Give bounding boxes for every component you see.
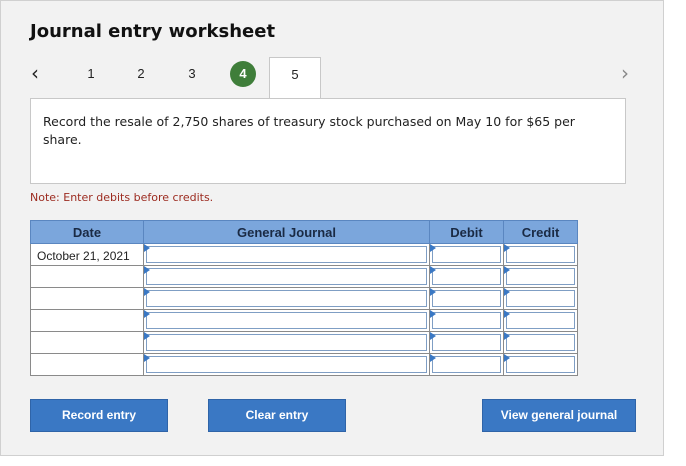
credit-input[interactable] [506,334,575,351]
dropdown-marker-icon [504,354,510,362]
debit-input[interactable] [432,334,501,351]
chevron-left-icon[interactable]: ‹ [31,63,39,83]
debit-cell[interactable] [429,331,504,354]
debit-cell[interactable] [429,243,504,266]
dropdown-marker-icon [430,310,436,318]
table-row [30,309,578,332]
dropdown-marker-icon [504,310,510,318]
account-input[interactable] [146,312,427,329]
step-4-active[interactable]: 4 [230,61,256,87]
view-general-journal-button[interactable]: View general journal [482,399,636,432]
credit-input[interactable] [506,356,575,373]
step-1[interactable]: 1 [78,61,104,87]
journal-table: Date General Journal Debit Credit Octobe… [30,220,578,376]
debit-cell[interactable] [429,265,504,288]
step-3[interactable]: 3 [179,61,205,87]
date-value [31,359,37,373]
account-input[interactable] [146,356,427,373]
credit-cell[interactable] [503,243,578,266]
credit-cell[interactable] [503,265,578,288]
account-cell[interactable] [143,309,430,332]
instruction-text: Record the resale of 2,750 shares of tre… [43,114,575,147]
credit-input[interactable] [506,290,575,307]
date-value [31,293,37,307]
note-text: Note: Enter debits before credits. [30,191,214,204]
dropdown-marker-icon [144,332,150,340]
chevron-right-icon[interactable]: › [621,63,629,83]
dropdown-marker-icon [430,288,436,296]
dropdown-marker-icon [430,244,436,252]
table-row [30,265,578,288]
debit-input[interactable] [432,290,501,307]
debit-cell[interactable] [429,309,504,332]
date-cell[interactable] [30,287,144,310]
debit-cell[interactable] [429,287,504,310]
account-cell[interactable] [143,353,430,376]
instruction-box: Record the resale of 2,750 shares of tre… [30,98,626,184]
credit-cell[interactable] [503,309,578,332]
table-row [30,353,578,376]
dropdown-marker-icon [430,354,436,362]
dropdown-marker-icon [504,266,510,274]
account-input[interactable] [146,290,427,307]
dropdown-marker-icon [430,332,436,340]
credit-input[interactable] [506,312,575,329]
debit-input[interactable] [432,268,501,285]
account-input[interactable] [146,246,427,263]
dropdown-marker-icon [144,266,150,274]
credit-input[interactable] [506,246,575,263]
table-row [30,331,578,354]
header-credit: Credit [503,220,578,244]
date-cell[interactable] [30,265,144,288]
table-row [30,287,578,310]
account-cell[interactable] [143,331,430,354]
step-2[interactable]: 2 [128,61,154,87]
dropdown-marker-icon [144,310,150,318]
account-cell[interactable] [143,287,430,310]
debit-input[interactable] [432,356,501,373]
dropdown-marker-icon [504,244,510,252]
step-5-current-tab[interactable]: 5 [269,57,321,99]
table-row: October 21, 2021 [30,243,578,266]
credit-input[interactable] [506,268,575,285]
date-value [31,337,37,351]
header-general-journal: General Journal [143,220,430,244]
dropdown-marker-icon [144,244,150,252]
date-value: October 21, 2021 [37,249,130,263]
record-entry-button[interactable]: Record entry [30,399,168,432]
credit-cell[interactable] [503,331,578,354]
date-cell[interactable]: October 21, 2021 [30,243,144,266]
debit-input[interactable] [432,312,501,329]
account-cell[interactable] [143,243,430,266]
account-input[interactable] [146,334,427,351]
dropdown-marker-icon [504,288,510,296]
date-cell[interactable] [30,353,144,376]
clear-entry-button[interactable]: Clear entry [208,399,346,432]
worksheet-panel: Journal entry worksheet ‹ 1 2 3 4 5 › Re… [0,0,664,456]
page-title: Journal entry worksheet [30,21,276,42]
dropdown-marker-icon [430,266,436,274]
date-cell[interactable] [30,331,144,354]
account-cell[interactable] [143,265,430,288]
dropdown-marker-icon [144,288,150,296]
table-header-row: Date General Journal Debit Credit [30,220,578,244]
dropdown-marker-icon [144,354,150,362]
credit-cell[interactable] [503,287,578,310]
debit-cell[interactable] [429,353,504,376]
date-value [31,271,37,285]
debit-input[interactable] [432,246,501,263]
date-value [31,315,37,329]
header-debit: Debit [429,220,504,244]
dropdown-marker-icon [504,332,510,340]
date-cell[interactable] [30,309,144,332]
account-input[interactable] [146,268,427,285]
header-date: Date [30,220,144,244]
credit-cell[interactable] [503,353,578,376]
